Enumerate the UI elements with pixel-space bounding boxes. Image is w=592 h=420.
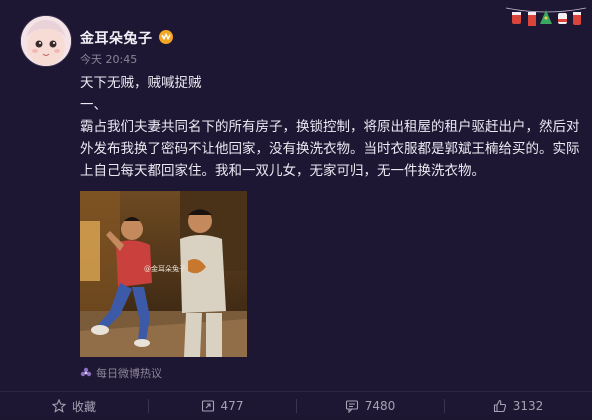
flower-icon [80, 367, 92, 377]
post-time[interactable]: 今天 20:45 [80, 51, 137, 67]
festive-decoration-icon [505, 4, 587, 30]
avatar[interactable] [20, 15, 72, 67]
vip-badge-icon[interactable] [158, 29, 174, 45]
collect-label: 收藏 [71, 399, 96, 414]
repost-count: 477 [220, 399, 244, 413]
comment-icon [345, 400, 358, 413]
post-photo[interactable]: @金耳朵兔子 [80, 191, 247, 357]
repost-icon [201, 400, 214, 412]
source-tag[interactable]: 每日微博热议 [80, 365, 162, 381]
post-content: 天下无贼，贼喊捉贼 一、 霸占我们夫妻共同名下的所有房子，换锁控制，将原出租屋的… [80, 72, 580, 182]
repost-button[interactable]: 477 [148, 392, 296, 420]
like-button[interactable]: 3132 [444, 392, 592, 420]
like-count: 3132 [512, 399, 544, 413]
collect-button[interactable]: 收藏 [0, 392, 148, 420]
post-paragraph: 天下无贼，贼喊捉贼 [80, 75, 202, 91]
action-bar: 收藏 477 7480 3132 [0, 391, 592, 420]
thumbs-up-icon [493, 399, 506, 413]
post-paragraph: 一、 [80, 97, 107, 113]
comment-button[interactable]: 7480 [296, 392, 444, 420]
source-label: 每日微博热议 [96, 367, 162, 380]
username[interactable]: 金耳朵兔子 [80, 28, 153, 48]
post-paragraph: 霸占我们夫妻共同名下的所有房子，换锁控制，将原出租屋的租户驱赶出户，然后对外发布… [80, 119, 580, 179]
weibo-post: 金耳朵兔子 今天 20:45 天下无贼，贼喊捉贼 一、 霸占我们夫妻共同名下的所… [0, 0, 592, 419]
photo-watermark: @金耳朵兔子 [144, 264, 186, 273]
comment-count: 7480 [364, 399, 396, 413]
star-icon [51, 399, 66, 413]
